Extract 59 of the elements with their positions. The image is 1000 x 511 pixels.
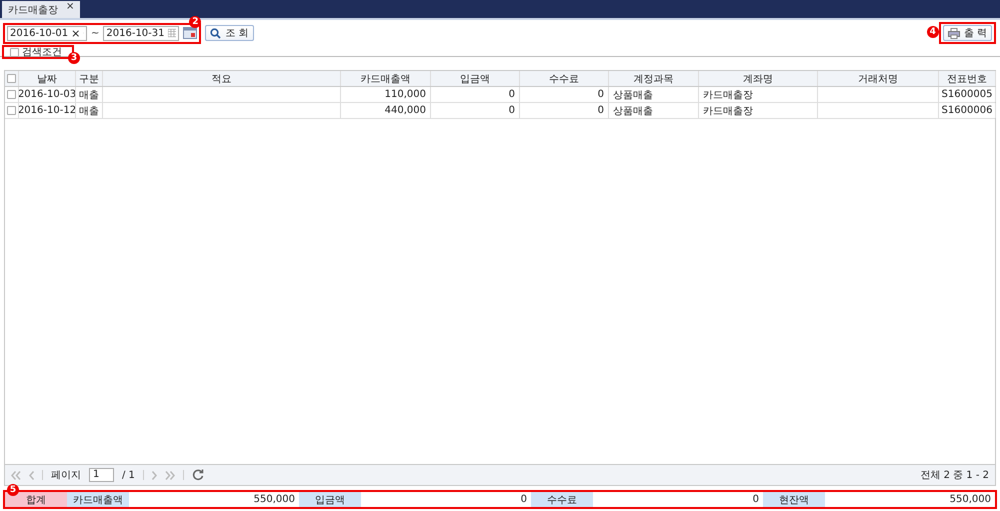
table-cell: S1600005 [942,89,992,100]
document-tab[interactable]: 카드매출장 × [2,1,80,18]
table-cell: 2016-10-12 [19,105,75,116]
table-cell: 2016-10-03 [19,89,75,100]
clear-icon[interactable]: × [71,26,80,40]
date-value: 2016-10-01 [10,28,68,38]
page-label: 페이지 [51,469,81,482]
refresh-icon[interactable] [192,469,204,481]
table-cell: 110,000 [384,89,426,100]
search-button[interactable]: 조 회 [205,25,254,41]
table-cell-text: 상품매출 [613,104,653,118]
column-header[interactable]: 거래처명 [818,71,939,86]
total-label: 합계 [5,492,67,507]
row-checkbox[interactable] [7,106,16,115]
select-all-checkbox[interactable] [7,74,16,83]
date-field[interactable]: 2016-10-01 × [7,26,87,40]
next-page-icon[interactable] [152,470,157,480]
column-header[interactable]: 전표번호 [939,71,996,86]
printer-icon [948,28,960,38]
range-separator: ~ [91,28,100,38]
table-cell-text: 매출 [79,88,99,102]
column-header[interactable]: 카드매출액 [341,71,431,86]
page-input[interactable]: 1 [89,468,114,482]
table-cell: 0 [508,89,515,100]
record-summary: 전체 2 중 1 - 2 [920,469,989,482]
search-icon [210,28,222,38]
previous-page-icon[interactable] [29,470,34,480]
callout-badge: 3 [68,52,80,64]
search-condition-label: 검색조건 [22,46,62,59]
column-header[interactable]: 구분 [76,71,103,86]
table-cell-text: 매출 [79,104,99,118]
table-cell-text: 카드매출장 [703,104,753,118]
search-condition-checkbox[interactable] [10,48,19,56]
date-field[interactable]: 2016-10-31 [103,26,180,40]
table-cell: S1600006 [942,105,992,116]
column-header[interactable]: 계좌명 [699,71,818,86]
print-button[interactable]: 출 력 [942,25,992,41]
column-header[interactable]: 계정과목 [609,71,699,86]
table-cell-text: 카드매출장 [703,88,753,102]
total-field-label: 현잔액 [763,492,825,507]
total-field-label: 카드매출액 [67,492,129,507]
table-cell: 0 [508,105,515,116]
date-value: 2016-10-31 [106,28,165,38]
column-header[interactable]: 적요 [103,71,341,86]
total-field-label: 입금액 [299,492,361,507]
column-header[interactable]: 날짜 [19,71,76,86]
column-header[interactable]: 수수료 [520,71,609,86]
page-total: / 1 [122,470,135,480]
first-page-icon[interactable] [11,470,21,480]
table-cell: 0 [598,105,604,116]
close-icon[interactable]: × [66,1,74,12]
row-checkbox[interactable] [7,90,16,99]
total-field-label: 수수료 [531,492,593,507]
table-cell: 0 [598,89,604,100]
column-header[interactable]: 입금액 [431,71,520,86]
callout-badge: 4 [926,26,939,38]
table-cell-text: 상품매출 [613,88,653,102]
table-cell: 440,000 [384,105,426,116]
last-page-icon[interactable] [164,470,175,480]
